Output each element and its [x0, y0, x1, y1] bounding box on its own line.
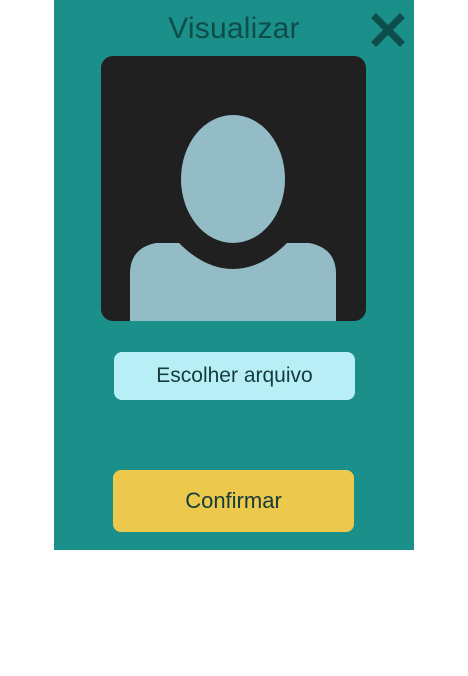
- user-silhouette-icon: [130, 115, 336, 321]
- choose-file-button[interactable]: Escolher arquivo: [114, 352, 355, 400]
- dialog-title: Visualizar: [168, 12, 300, 45]
- avatar-preview: [101, 56, 366, 321]
- close-button[interactable]: [368, 10, 408, 50]
- close-icon: [371, 13, 405, 47]
- confirm-button[interactable]: Confirmar: [113, 470, 354, 532]
- preview-dialog: Visualizar Escolher arquivo Confirmar: [54, 0, 414, 550]
